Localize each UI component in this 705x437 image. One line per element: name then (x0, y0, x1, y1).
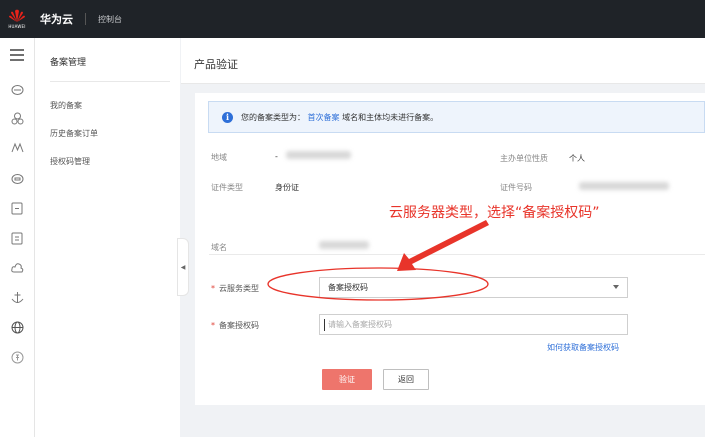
service-type-value: 备案授权码 (328, 283, 368, 292)
top-bar: HUAWEI 华为云 控制台 (0, 0, 705, 38)
monitor-icon[interactable] (10, 140, 24, 154)
annotation-text: 云服务器类型，选择“备案授权码” (389, 205, 600, 221)
verification-card: i 您的备案类型为： 首次备案 域名和主体均未进行备案。 地域 - 主办单位性质… (195, 93, 705, 405)
service-icon-bar (0, 38, 35, 437)
huawei-logo-icon (9, 9, 25, 22)
collapse-sidebar-toggle[interactable]: ◀ (177, 238, 189, 296)
page-header: 产品验证 (181, 38, 705, 84)
logo-word: HUAWEI (8, 24, 26, 29)
main-content: 产品验证 i 您的备案类型为： 首次备案 域名和主体均未进行备案。 地域 - 主… (181, 38, 705, 437)
brand-name[interactable]: 华为云 (40, 11, 73, 27)
divider (85, 13, 86, 25)
auth-code-placeholder: 请输入备案授权码 (328, 320, 392, 329)
auth-code-label: * 备案授权码 (211, 321, 259, 330)
anchor-icon[interactable] (10, 290, 24, 304)
redacted-cert-no (579, 182, 669, 190)
console-link[interactable]: 控制台 (98, 14, 122, 25)
globe-icon[interactable] (10, 320, 24, 334)
cloud-disk-icon[interactable] (10, 171, 24, 185)
cert-type-value: 身份证 (275, 183, 299, 192)
notice-text: 您的备案类型为： 首次备案 域名和主体均未进行备案。 (241, 112, 438, 123)
box-icon[interactable] (10, 201, 24, 215)
redacted-domain (319, 241, 369, 249)
sidebar-title: 备案管理 (50, 58, 87, 68)
verify-button[interactable]: 验证 (322, 369, 372, 390)
auth-code-input[interactable]: 请输入备案授权码 (319, 314, 628, 335)
region-value: - (275, 152, 278, 161)
chevron-down-icon (613, 285, 619, 289)
back-button[interactable]: 返回 (383, 369, 429, 390)
region-label: 地域 (211, 153, 227, 162)
service-type-label: * 云服务类型 (211, 284, 259, 293)
cloud-icon[interactable] (10, 261, 24, 275)
cluster-icon[interactable] (10, 111, 24, 125)
payment-icon[interactable] (10, 350, 24, 364)
sidebar-item-auth-code[interactable]: 授权码管理 (50, 156, 90, 167)
required-mark: * (211, 284, 215, 293)
cert-type-label: 证件类型 (211, 183, 243, 192)
org-type-label: 主办单位性质 (500, 154, 548, 163)
cert-no-label: 证件号码 (500, 183, 532, 192)
text-cursor (324, 319, 325, 331)
notice-suffix: 域名和主体均未进行备案。 (342, 112, 439, 122)
sidebar-item-history-orders[interactable]: 历史备案订单 (50, 128, 98, 139)
service-type-select[interactable]: 备案授权码 (319, 277, 628, 298)
chevron-left-icon: ◀ (180, 263, 186, 271)
domain-label: 域名 (211, 243, 227, 252)
section-divider (209, 254, 705, 255)
get-auth-code-link[interactable]: 如何获取备案授权码 (547, 342, 619, 353)
menu-icon[interactable] (10, 48, 24, 62)
org-type-value: 个人 (569, 154, 585, 163)
document-icon[interactable] (10, 231, 24, 245)
cloud-server-icon[interactable] (10, 82, 24, 96)
required-mark: * (211, 321, 215, 330)
info-icon: i (222, 111, 233, 123)
sidebar-item-my-filings[interactable]: 我的备案 (50, 100, 82, 111)
notice-prefix: 您的备案类型为： (241, 112, 305, 122)
redacted-region (286, 151, 351, 159)
filing-type-link[interactable]: 首次备案 (308, 113, 340, 122)
huawei-logo[interactable]: HUAWEI (0, 0, 34, 38)
page-title: 产品验证 (194, 58, 238, 71)
filing-sidebar: 备案管理 我的备案 历史备案订单 授权码管理 (35, 38, 180, 437)
filing-type-notice: i 您的备案类型为： 首次备案 域名和主体均未进行备案。 (208, 101, 705, 133)
divider (50, 81, 170, 82)
